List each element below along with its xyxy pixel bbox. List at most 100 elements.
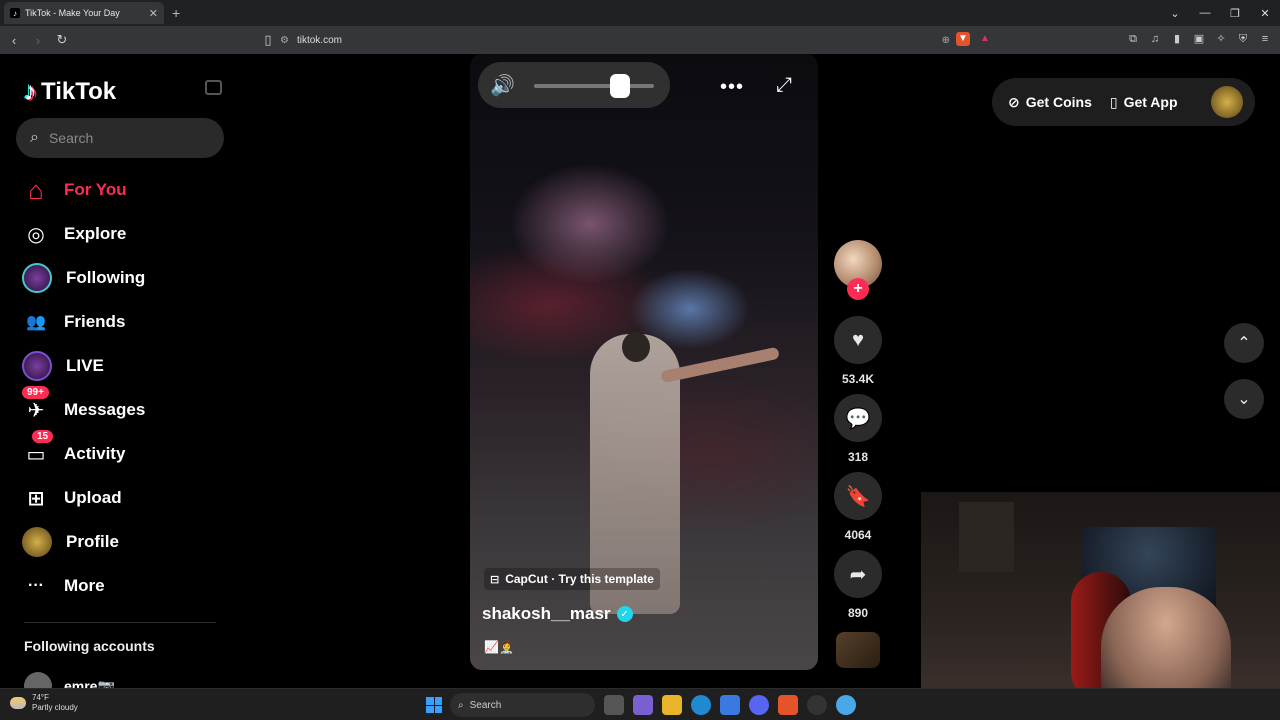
video-more-options-icon[interactable]: ••• [720, 76, 744, 99]
share-icon[interactable]: ➦ [834, 550, 882, 598]
music-icon[interactable]: ♫ [1148, 32, 1162, 46]
volume-slider-knob[interactable] [610, 74, 631, 98]
capcut-icon: ⊟ [490, 573, 500, 586]
messages-badge: 99+ [22, 386, 49, 399]
sidebar-item-more[interactable]: ··· More [0, 564, 230, 608]
logo-text: TikTok [41, 77, 117, 105]
search-icon: ⌕ [30, 129, 39, 146]
extensions-icon[interactable]: ⧉ [1126, 32, 1140, 46]
menu-icon[interactable]: ≡ [1258, 32, 1272, 46]
get-coins-button[interactable]: ⊘ Get Coins [1008, 94, 1092, 111]
discord-icon[interactable] [749, 695, 769, 715]
sidebar-item-upload[interactable]: ⊞ Upload [0, 476, 230, 520]
wallet-icon[interactable]: ▣ [1192, 32, 1206, 46]
share-count: 890 [847, 606, 869, 620]
previous-video-button[interactable]: ⌃ [1224, 323, 1264, 363]
sidebar-item-for-you[interactable]: ⌂ For You [0, 168, 230, 212]
vpn-icon[interactable]: ⛨ [1236, 32, 1250, 46]
sidebar-item-friends[interactable]: 👥 Friends [0, 300, 230, 344]
brave-rewards-icon[interactable]: ▲ [978, 32, 992, 46]
sidebar-item-live[interactable]: LIVE [0, 344, 230, 388]
bookmark-count: 4064 [844, 528, 872, 542]
get-app-button[interactable]: ▯ Get App [1110, 94, 1178, 111]
volume-icon[interactable]: 🔊 [490, 73, 515, 98]
live-avatar-icon [22, 351, 52, 381]
taskbar-search-label: Search [469, 699, 502, 711]
tab-search-button[interactable]: ⌄ [1160, 7, 1190, 20]
like-action[interactable]: ♥ 53.4K [834, 316, 882, 386]
compass-icon: ◎ [27, 223, 45, 246]
search-input[interactable]: ⌕ Search [16, 118, 224, 158]
following-accounts-title: Following accounts [24, 638, 155, 654]
sidebar-icon[interactable]: ▮ [1170, 32, 1184, 46]
home-icon: ⌂ [28, 174, 44, 205]
weather-condition: Partly cloudy [32, 703, 78, 712]
volume-slider-track[interactable] [534, 84, 654, 88]
heart-icon[interactable]: ♥ [834, 316, 882, 364]
task-view-icon[interactable] [604, 695, 624, 715]
bookmark-icon[interactable]: ▯ [258, 32, 278, 48]
brave-shield-icon[interactable]: ▼ [956, 32, 970, 46]
comment-action[interactable]: 💬 318 [834, 394, 882, 464]
leo-icon[interactable]: ✧ [1214, 32, 1228, 46]
sidebar-item-profile[interactable]: Profile [0, 520, 230, 564]
comment-icon[interactable]: 💬 [834, 394, 882, 442]
close-window-button[interactable]: ✕ [1250, 7, 1280, 20]
sidebar-item-label: Activity [64, 444, 126, 463]
get-app-label: Get App [1123, 94, 1178, 110]
like-count: 53.4K [841, 372, 875, 386]
volume-control[interactable]: 🔊 [478, 62, 670, 108]
minimize-button[interactable]: — [1190, 7, 1220, 19]
browser-tab[interactable]: ♪ TikTok - Make Your Day ✕ [4, 2, 164, 24]
sidebar-item-activity[interactable]: ▭ 15 Activity [0, 430, 230, 476]
tiktok-favicon-icon: ♪ [10, 8, 20, 18]
sidebar-item-messages[interactable]: ✈ 99+ Messages [0, 386, 230, 432]
back-icon[interactable]: ‹ [4, 33, 24, 48]
sidebar-item-label: Messages [64, 400, 146, 419]
user-avatar[interactable] [1211, 86, 1243, 118]
taskbar-apps [604, 695, 856, 715]
reload-icon[interactable]: ↻ [52, 32, 72, 48]
bookmark-icon[interactable]: 🔖 [834, 472, 882, 520]
windows-taskbar: 74°F Partly cloudy ⌕ Search [0, 688, 1280, 720]
follow-creator-button[interactable]: + [847, 278, 869, 300]
site-info-icon[interactable]: ⚙ [280, 35, 289, 46]
music-disc-icon[interactable] [836, 632, 880, 668]
share-action[interactable]: ➦ 890 [834, 550, 882, 620]
sidebar-item-label: Friends [64, 312, 126, 331]
weather-widget[interactable]: 74°F Partly cloudy [10, 693, 78, 713]
fullscreen-icon[interactable]: ⤢ [776, 74, 792, 97]
video-author[interactable]: shakosh__masr ✓ [482, 604, 633, 624]
obs-icon[interactable] [807, 695, 827, 715]
sidebar-item-following[interactable]: Following [0, 256, 230, 300]
widgets-icon[interactable] [633, 695, 653, 715]
streamer [1101, 587, 1231, 692]
file-explorer-icon[interactable] [662, 695, 682, 715]
forward-icon[interactable]: › [28, 33, 48, 48]
next-video-button[interactable]: ⌄ [1224, 379, 1264, 419]
sidebar-item-explore[interactable]: ◎ Explore [0, 212, 230, 256]
brave-icon[interactable] [778, 695, 798, 715]
edge-icon[interactable] [691, 695, 711, 715]
store-icon[interactable] [720, 695, 740, 715]
coin-icon: ⊘ [1008, 93, 1020, 110]
author-name: shakosh__masr [482, 604, 611, 623]
activity-icon: ▭ [26, 443, 46, 466]
webcam-overlay [921, 492, 1280, 692]
windows-start-icon[interactable] [426, 697, 442, 713]
zoom-icon[interactable]: ⊕ [942, 35, 950, 46]
maximize-button[interactable]: ❐ [1220, 7, 1250, 20]
new-tab-button[interactable]: + [172, 5, 180, 21]
capcut-template-link[interactable]: ⊟ CapCut · Try this template [484, 568, 660, 590]
app-icon[interactable] [836, 695, 856, 715]
partly-cloudy-icon [10, 697, 26, 709]
profile-avatar-icon [22, 527, 52, 557]
phone-icon: ▯ [1109, 93, 1118, 110]
collapse-sidebar-icon[interactable] [205, 80, 222, 95]
upload-icon: ⊞ [27, 487, 45, 510]
taskbar-search[interactable]: ⌕ Search [450, 693, 595, 717]
address-bar[interactable]: ⚙ tiktok.com ⊕ [280, 30, 950, 50]
tiktok-logo[interactable]: ♪ TikTok [24, 76, 116, 107]
tab-close-icon[interactable]: ✕ [149, 7, 158, 20]
bookmark-action[interactable]: 🔖 4064 [834, 472, 882, 542]
